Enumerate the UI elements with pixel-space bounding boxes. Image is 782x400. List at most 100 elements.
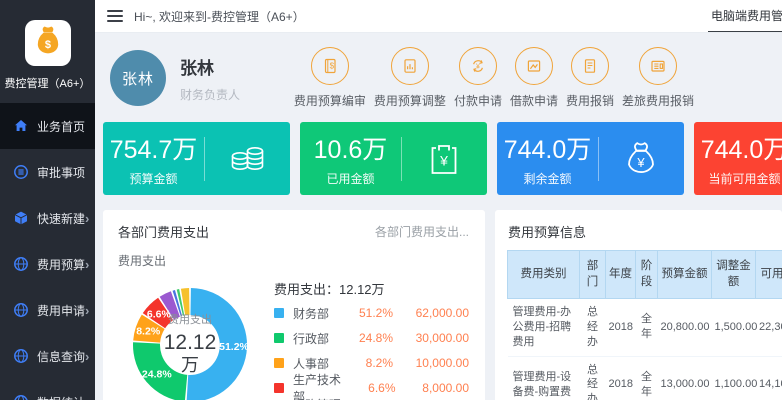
legend-item-3[interactable]: 生产技术部6.6%8,000.00 bbox=[274, 378, 469, 398]
content: 张林 张林 财务负责人 $费用预算编审费用预算调整¥付款申请借款申请费用报销差旅… bbox=[95, 33, 782, 400]
budget-table: 费用类别部门年度阶段预算金额调整金额可用金额管理费用-办公费用-招聘费用总经办2… bbox=[507, 250, 782, 400]
slice-percent-label: 24.8% bbox=[142, 368, 172, 380]
quick-actions: $费用预算编审费用预算调整¥付款申请借款申请费用报销差旅费用报销 bbox=[294, 47, 694, 109]
greeting-text: Hi~, 欢迎来到-费控管理（A6+） bbox=[134, 8, 305, 25]
legend-amount: 10,000.00 bbox=[393, 356, 469, 370]
quick-action-expense-reimburse[interactable]: 费用报销 bbox=[566, 47, 614, 109]
sidebar-item-home[interactable]: 业务首页 bbox=[0, 103, 95, 149]
svg-text:¥: ¥ bbox=[637, 155, 646, 170]
chevron-right-icon: › bbox=[85, 212, 89, 225]
app-root: $ 费控管理（A6+） 业务首页审批事项快速新建›费用预算›费用申请›信息查询›… bbox=[0, 0, 782, 400]
photo-chart-icon bbox=[515, 47, 553, 85]
app-logo[interactable]: $ bbox=[25, 20, 71, 66]
money-bag-icon: $ bbox=[31, 24, 65, 63]
table-cell: 13,000.00 bbox=[658, 356, 712, 400]
sidebar-item-label: 费用预算 bbox=[37, 256, 85, 273]
legend-swatch bbox=[274, 358, 284, 368]
quick-action-budget-review[interactable]: $费用预算编审 bbox=[294, 47, 366, 109]
quick-action-budget-adjust[interactable]: 费用预算调整 bbox=[374, 47, 446, 109]
user-name: 张林 bbox=[180, 54, 240, 79]
sidebar-item-label: 快速新建 bbox=[37, 210, 85, 227]
stat-card-used-amount: 10.6万已用金额 ¥ bbox=[300, 122, 487, 195]
sidebar-item-statistics[interactable]: 数据统计› bbox=[0, 379, 95, 400]
user-role: 财务负责人 bbox=[180, 86, 240, 103]
table-cell: 全年 bbox=[636, 356, 658, 400]
table-row[interactable]: 管理费用-办公费用-招聘费用总经办2018全年20,800.001,500.00… bbox=[508, 299, 782, 357]
legend-percent: 6.6% bbox=[351, 381, 395, 395]
cube-icon bbox=[13, 210, 29, 226]
quick-action-label: 差旅费用报销 bbox=[622, 92, 694, 109]
svg-text:$: $ bbox=[329, 62, 334, 71]
table-cell: 总经办 bbox=[580, 299, 606, 357]
sidebar-item-label: 业务首页 bbox=[37, 118, 85, 135]
chevron-right-icon: › bbox=[85, 396, 89, 400]
newspaper-icon bbox=[639, 47, 677, 85]
sidebar-item-label: 费用申请 bbox=[37, 302, 85, 319]
table-cell: 22,300.00 bbox=[756, 299, 782, 357]
slice-percent-label: 51.2% bbox=[219, 341, 249, 353]
coins-icon bbox=[205, 137, 290, 181]
budget-info-panel: 费用预算信息 费用类别部门年度阶段预算金额调整金额可用金额管理费用-办公费用-招… bbox=[495, 210, 782, 400]
stat-value: 744.0万 bbox=[694, 130, 782, 166]
table-row[interactable]: 管理费用-设备费-购置费总经办2018全年13,000.001,100.0014… bbox=[508, 356, 782, 400]
table-cell: 1,100.00 bbox=[712, 356, 756, 400]
home-icon bbox=[13, 118, 29, 134]
stat-label: 剩余金额 bbox=[497, 170, 598, 187]
legend-amount: 62,000.00 bbox=[393, 306, 469, 320]
chevron-right-icon: › bbox=[85, 350, 89, 363]
sidebar-item-expense-apply[interactable]: 费用申请› bbox=[0, 287, 95, 333]
sidebar-item-approvals[interactable]: 审批事项 bbox=[0, 149, 95, 195]
doc-dollar-icon: $ bbox=[311, 47, 349, 85]
table-cell: 管理费用-设备费-购置费 bbox=[508, 356, 580, 400]
hamburger-menu-icon[interactable] bbox=[107, 10, 123, 22]
column-header: 调整金额 bbox=[712, 251, 756, 299]
legend-label: 人事部 bbox=[293, 355, 329, 372]
doc-list-icon bbox=[571, 47, 609, 85]
legend-item-1[interactable]: 行政部24.8%30,000.00 bbox=[274, 328, 469, 348]
sphere-icon bbox=[13, 256, 29, 272]
quick-action-travel-reimburse[interactable]: 差旅费用报销 bbox=[622, 47, 694, 109]
column-header: 部门 bbox=[580, 251, 606, 299]
quick-action-loan-request[interactable]: 借款申请 bbox=[510, 47, 558, 109]
legend-item-2[interactable]: 人事部8.2%10,000.00 bbox=[274, 353, 469, 373]
legend-percent: 51.2% bbox=[347, 306, 393, 320]
table-header-row: 费用类别部门年度阶段预算金额调整金额可用金额 bbox=[508, 251, 782, 299]
column-header: 年度 bbox=[606, 251, 636, 299]
column-header: 可用金额 bbox=[756, 251, 782, 299]
table-cell: 管理费用-办公费用-招聘费用 bbox=[508, 299, 580, 357]
legend-item-0[interactable]: 财务部 51.2%62,000.00 bbox=[274, 303, 469, 323]
quick-action-label: 费用报销 bbox=[566, 92, 614, 109]
stat-value: 754.7万 bbox=[103, 130, 204, 166]
quick-action-label: 借款申请 bbox=[510, 92, 558, 109]
table-cell: 2018 bbox=[606, 356, 636, 400]
legend-header: 费用支出：12.12万 bbox=[274, 279, 469, 298]
bottom-row: 各部门费用支出 各部门费用支出... 费用支出 费用支出12.12万51.2%2… bbox=[103, 210, 782, 400]
stat-label: 已用金额 bbox=[300, 170, 401, 187]
table-title: 费用预算信息 bbox=[507, 221, 782, 250]
expense-panel-selector[interactable]: 各部门费用支出... bbox=[375, 223, 469, 240]
column-header: 费用类别 bbox=[508, 251, 580, 299]
sidebar-item-label: 数据统计 bbox=[37, 394, 85, 400]
column-header: 阶段 bbox=[636, 251, 658, 299]
tab-pc-expense[interactable]: 电脑端费用管理 bbox=[708, 0, 782, 33]
legend-amount: 30,000.00 bbox=[393, 331, 469, 345]
clipboard-yen-icon: ¥ bbox=[402, 137, 487, 181]
table-cell: 1,500.00 bbox=[712, 299, 756, 357]
doc-adjust-icon bbox=[391, 47, 429, 85]
legend-label: 行政部 bbox=[293, 330, 329, 347]
sidebar-item-budget[interactable]: 费用预算› bbox=[0, 241, 95, 287]
panel-title: 各部门费用支出 bbox=[118, 222, 209, 241]
sidebar-item-quick-create[interactable]: 快速新建› bbox=[0, 195, 95, 241]
stat-card-remaining-amount: 744.0万剩余金额¥ bbox=[497, 122, 684, 195]
sync-yen-icon: ¥ bbox=[459, 47, 497, 85]
legend-label: 财务部 bbox=[293, 305, 329, 322]
quick-action-payment-request[interactable]: ¥付款申请 bbox=[454, 47, 502, 109]
sidebar-item-info-query[interactable]: 信息查询› bbox=[0, 333, 95, 379]
stat-card-budget-amount: 754.7万预算金额 bbox=[103, 122, 290, 195]
stat-label: 预算金额 bbox=[103, 170, 204, 187]
legend-swatch bbox=[274, 333, 284, 343]
chevron-right-icon: › bbox=[85, 258, 89, 271]
stat-value: 10.6万 bbox=[300, 130, 401, 166]
svg-text:¥: ¥ bbox=[440, 152, 449, 168]
profile-row: 张林 张林 财务负责人 $费用预算编审费用预算调整¥付款申请借款申请费用报销差旅… bbox=[110, 42, 782, 114]
